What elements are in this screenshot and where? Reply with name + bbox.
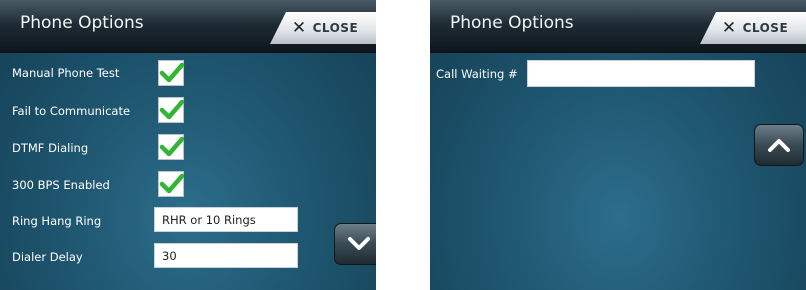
field-label-call-waiting: Call Waiting # — [436, 67, 518, 81]
title-bar: Phone Options ✕ CLOSE — [0, 0, 376, 53]
field-label-dialer-delay: Dialer Delay — [12, 250, 83, 264]
checkmark-icon — [159, 173, 185, 194]
close-label: CLOSE — [312, 21, 359, 35]
checkbox-fail-to-communicate[interactable] — [158, 97, 185, 123]
checkbox-300-bps-enabled[interactable] — [158, 171, 185, 197]
phone-options-panel-right: Phone Options ✕ CLOSE Call Waiting # — [430, 0, 806, 290]
checkmark-icon — [159, 136, 185, 157]
close-label: CLOSE — [742, 21, 789, 35]
field-label-ring-hang-ring: Ring Hang Ring — [12, 214, 102, 228]
ring-hang-ring-field[interactable]: RHR or 10 Rings — [154, 207, 298, 232]
close-button[interactable]: ✕ CLOSE — [270, 12, 376, 44]
option-label-300-bps-enabled: 300 BPS Enabled — [12, 178, 110, 192]
chevron-up-icon — [768, 139, 790, 152]
checkbox-manual-phone-test[interactable] — [158, 60, 185, 86]
close-icon: ✕ — [291, 17, 307, 38]
option-label-fail-to-communicate: Fail to Communicate — [12, 104, 131, 118]
checkbox-dtmf-dialing[interactable] — [158, 134, 185, 160]
dialer-delay-field[interactable]: 30 — [154, 243, 298, 268]
scroll-up-button[interactable] — [754, 124, 804, 166]
title-bar: Phone Options ✕ CLOSE — [430, 0, 806, 53]
chevron-down-icon — [348, 237, 370, 250]
phone-options-panel-left: Phone Options ✕ CLOSE Manual Phone Test … — [0, 0, 376, 290]
checkmark-icon — [159, 62, 185, 83]
checkmark-icon — [159, 99, 185, 120]
scroll-down-button[interactable] — [334, 223, 376, 265]
option-label-manual-phone-test: Manual Phone Test — [12, 66, 120, 80]
option-label-dtmf-dialing: DTMF Dialing — [12, 141, 89, 155]
close-button[interactable]: ✕ CLOSE — [700, 12, 806, 44]
call-waiting-field[interactable] — [527, 60, 755, 87]
close-icon: ✕ — [721, 17, 737, 38]
page-title: Phone Options — [450, 13, 574, 33]
page-title: Phone Options — [20, 13, 144, 33]
